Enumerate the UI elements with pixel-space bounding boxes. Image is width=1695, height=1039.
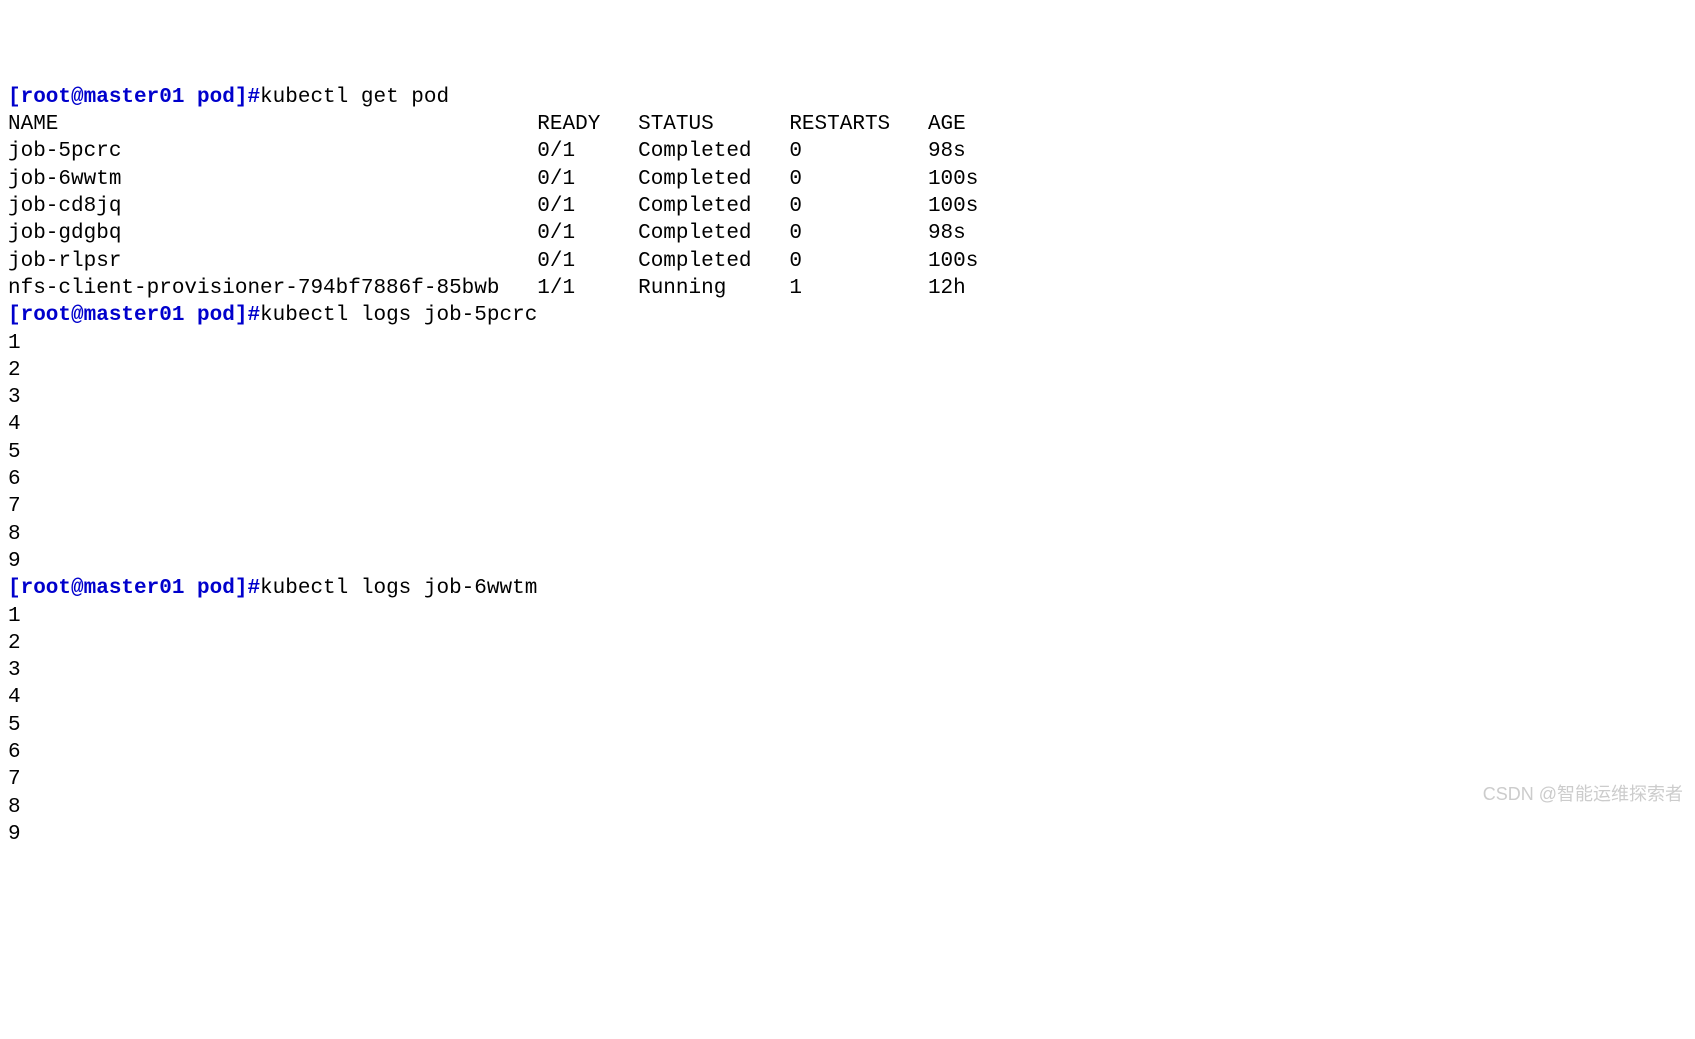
table-header: NAME READY STATUS RESTARTS AGE	[8, 111, 1687, 138]
log-line: 3	[8, 384, 1687, 411]
log-line: 6	[8, 466, 1687, 493]
log-line: 4	[8, 684, 1687, 711]
log-line: 5	[8, 439, 1687, 466]
watermark: CSDN @智能运维探索者	[1483, 783, 1683, 806]
log-line: 5	[8, 712, 1687, 739]
log-line: 9	[8, 821, 1687, 848]
shell-prompt: [root@master01 pod]#	[8, 577, 260, 600]
log-line: 8	[8, 794, 1687, 821]
table-row: job-gdgbq 0/1 Completed 0 98s	[8, 220, 1687, 247]
log-line: 3	[8, 657, 1687, 684]
shell-prompt: [root@master01 pod]#	[8, 304, 260, 327]
shell-prompt: [root@master01 pod]#	[8, 86, 260, 109]
log-line: 4	[8, 411, 1687, 438]
log-line: 2	[8, 357, 1687, 384]
table-row: job-5pcrc 0/1 Completed 0 98s	[8, 138, 1687, 165]
terminal-output[interactable]: [root@master01 pod]#kubectl get podNAME …	[8, 84, 1687, 848]
log-line: 1	[8, 330, 1687, 357]
log-line: 7	[8, 766, 1687, 793]
log-line: 6	[8, 739, 1687, 766]
log-line: 7	[8, 493, 1687, 520]
log-line: 1	[8, 603, 1687, 630]
command-text: kubectl logs job-5pcrc	[260, 304, 537, 327]
table-row: job-6wwtm 0/1 Completed 0 100s	[8, 166, 1687, 193]
table-row: job-cd8jq 0/1 Completed 0 100s	[8, 193, 1687, 220]
log-line: 8	[8, 521, 1687, 548]
command-text: kubectl logs job-6wwtm	[260, 577, 537, 600]
command-text: kubectl get pod	[260, 86, 449, 109]
log-line: 2	[8, 630, 1687, 657]
table-row: job-rlpsr 0/1 Completed 0 100s	[8, 248, 1687, 275]
table-row: nfs-client-provisioner-794bf7886f-85bwb …	[8, 275, 1687, 302]
log-line: 9	[8, 548, 1687, 575]
